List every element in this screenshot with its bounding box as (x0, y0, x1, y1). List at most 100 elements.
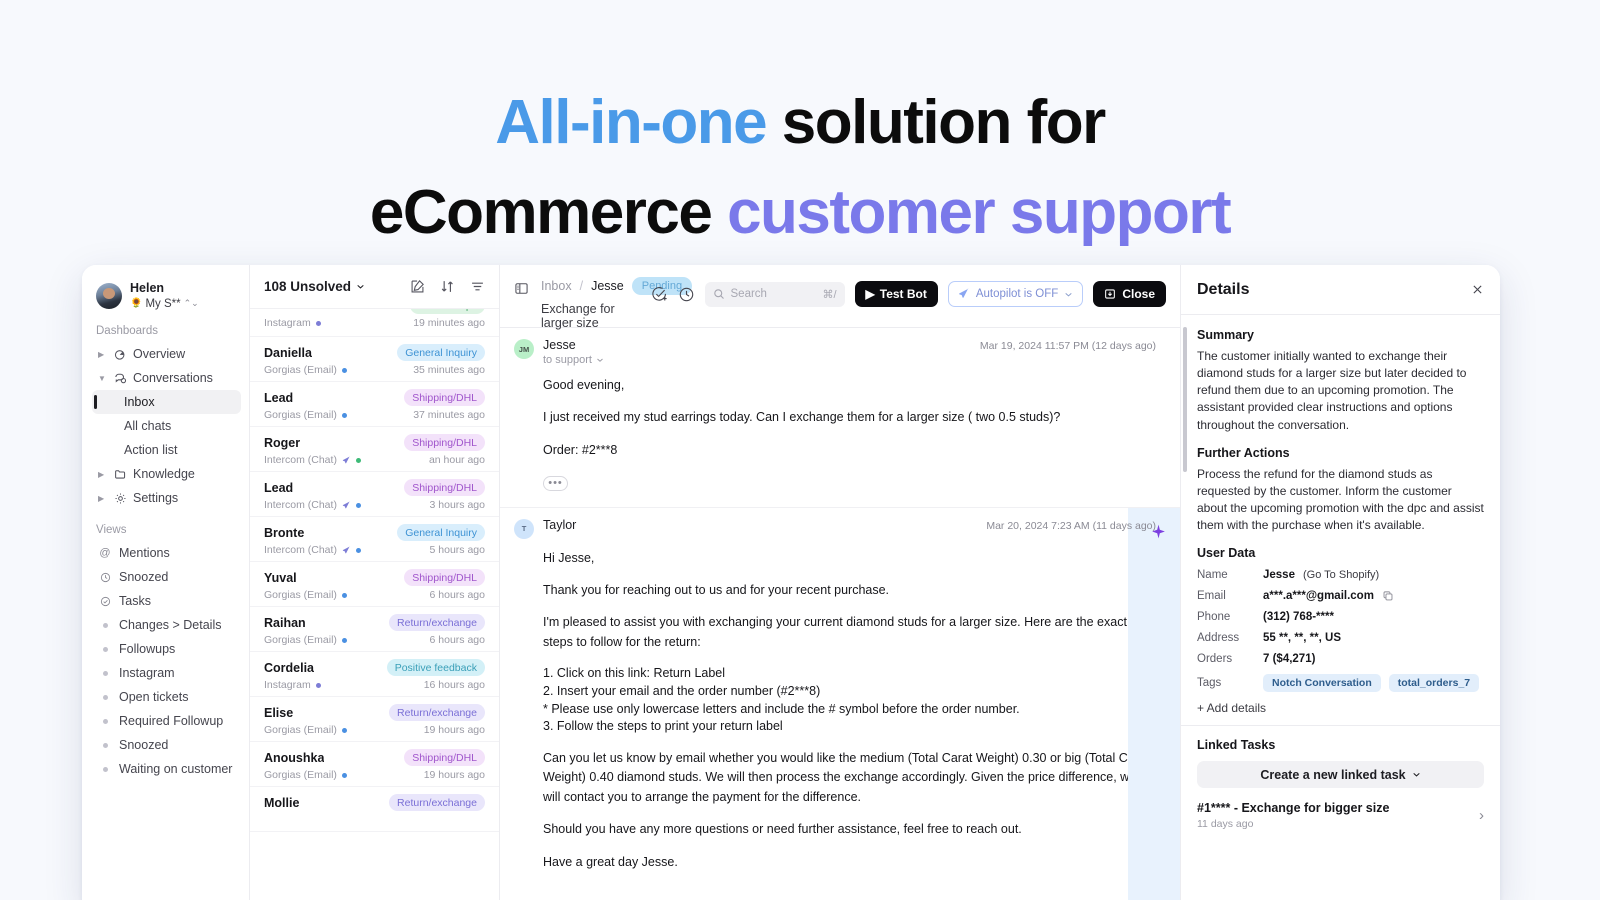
filter-icon[interactable] (470, 279, 485, 294)
linked-task-row[interactable]: #1**** - Exchange for bigger size 11 day… (1197, 801, 1484, 830)
conversation-tag-badge[interactable]: Positive feedback (386, 659, 485, 676)
sidebar-item-label: Changes > Details (119, 618, 222, 632)
headline-plain-1: solution for (766, 88, 1106, 157)
sidebar-item-snoozed[interactable]: Snoozed (92, 565, 241, 589)
unsolved-filter-dropdown[interactable]: 108 Unsolved (264, 279, 365, 294)
sidebar-item-conversations[interactable]: ▼ Conversations (92, 366, 241, 390)
conversation-source-label: Gorgias (Email) (264, 589, 337, 601)
divider (1181, 725, 1500, 727)
conversation-tag-badge[interactable]: Shipping/DHL (404, 389, 485, 406)
test-bot-button[interactable]: ▶ Test Bot (854, 281, 938, 307)
mark-done-icon[interactable] (651, 286, 668, 303)
user-profile[interactable]: Helen 🌻 My S** ⌃⌄ (92, 279, 241, 311)
recipient-label: to support (543, 354, 592, 366)
conversation-row[interactable]: Partnerships Instagram 19 minutes ago (250, 309, 499, 337)
go-to-shopify-link[interactable]: (Go To Shopify) (1303, 569, 1379, 581)
sidebar-item-label: Mentions (119, 546, 170, 560)
conversation-tag-badge[interactable]: Return/exchange (389, 614, 485, 631)
sidebar-item-required-followup[interactable]: Required Followup (92, 709, 241, 733)
search-input[interactable]: Search ⌘/ (704, 281, 845, 307)
autopilot-dropdown[interactable]: Autopilot is OFF (947, 281, 1084, 307)
sidebar-item-tasks[interactable]: Tasks (92, 589, 241, 613)
toggle-panel-icon[interactable] (514, 281, 529, 296)
breadcrumb-current[interactable]: Jesse (591, 279, 624, 293)
copy-icon[interactable] (1382, 590, 1394, 602)
sidebar-item-open-tickets[interactable]: Open tickets (92, 685, 241, 709)
conversation-source-label: Gorgias (Email) (264, 724, 337, 736)
avatar: T (514, 518, 534, 539)
message-paragraph: I just received my stud earrings today. … (543, 410, 1061, 425)
sidebar-item-inbox[interactable]: Inbox (92, 390, 241, 414)
conversation-row[interactable]: Anoushka Shipping/DHL Gorgias (Email) 19 ho… (250, 742, 499, 787)
compose-icon[interactable] (410, 279, 425, 294)
message-thread[interactable]: JM Jesse to support Mar 19, 2024 11:57 P… (500, 328, 1180, 900)
plane-icon (342, 455, 351, 465)
sidebar-item-knowledge[interactable]: ▶ Knowledge (92, 462, 241, 486)
message-author: Taylor (543, 517, 577, 532)
tag-chip[interactable]: total_orders_7 (1388, 674, 1480, 693)
conversation-source-label: Gorgias (Email) (264, 364, 337, 376)
clock-icon (98, 572, 112, 583)
add-details-button[interactable]: + Add details (1197, 701, 1484, 715)
conversation-row[interactable]: Yuval Shipping/DHL Gorgias (Email) 6 hours … (250, 562, 499, 607)
close-icon[interactable] (1471, 283, 1484, 296)
conversation-tag-badge[interactable]: Return/exchange (389, 704, 485, 721)
sidebar-item-mentions[interactable]: @ Mentions (92, 541, 241, 565)
expand-quoted-text-button[interactable]: ••• (543, 476, 568, 492)
message-header: JM Jesse to support Mar 19, 2024 11:57 P… (514, 338, 1156, 366)
breadcrumb-inbox[interactable]: Inbox (541, 279, 572, 293)
conversation-row[interactable]: Cordelia Positive feedback Instagram 16 hou… (250, 652, 499, 697)
dot-icon (98, 766, 112, 772)
message-recipient[interactable]: to support (543, 354, 971, 366)
conversation-list-header: 108 Unsolved (250, 265, 499, 309)
sidebar-item-action-list[interactable]: Action list (92, 438, 241, 462)
conversation-timestamp: 19 hours ago (423, 724, 485, 736)
sidebar-item-label: Snoozed (119, 738, 169, 752)
sidebar-item-followups[interactable]: Followups (92, 637, 241, 661)
conversation-row[interactable]: Elise Return/exchange Gorgias (Email) 19 ho… (250, 697, 499, 742)
conversation-row[interactable]: Roger Shipping/DHL Intercom (Chat) an hour … (250, 427, 499, 472)
conversation-row[interactable]: Raihan Return/exchange Gorgias (Email) 6 ho… (250, 607, 499, 652)
plane-icon (342, 500, 351, 510)
scrollbar[interactable] (1183, 327, 1187, 472)
autopilot-label: Autopilot is OFF (975, 288, 1059, 300)
conversation-row[interactable]: Lead Shipping/DHL Gorgias (Email) 37 minute… (250, 382, 499, 427)
close-conversation-button[interactable]: Close (1093, 281, 1166, 307)
conversation-contact-name: Raihan (264, 615, 306, 630)
sunflower-icon: 🌻 (130, 297, 143, 309)
sidebar-item-snoozed-view[interactable]: Snoozed (92, 733, 241, 757)
sidebar-item-settings[interactable]: ▶ Settings (92, 486, 241, 510)
workspace-switcher[interactable]: 🌻 My S** ⌃⌄ (130, 297, 199, 311)
conversation-tag-badge[interactable]: Shipping/DHL (404, 479, 485, 496)
sparkle-icon[interactable] (1151, 524, 1166, 539)
sidebar-item-all-chats[interactable]: All chats (92, 414, 241, 438)
conversation-row-top: Elise Return/exchange (264, 704, 485, 721)
dot-icon (98, 694, 112, 700)
conversation-tag-badge[interactable]: General Inquiry (397, 344, 485, 361)
sort-icon[interactable] (440, 279, 455, 294)
conversation-row[interactable]: Lead Shipping/DHL Intercom (Chat) 3 hours a… (250, 472, 499, 517)
sidebar-item-changes-details[interactable]: Changes > Details (92, 613, 241, 637)
sidebar-item-instagram[interactable]: Instagram (92, 661, 241, 685)
conversation-tag-badge[interactable]: Return/exchange (389, 794, 485, 811)
sidebar-item-overview[interactable]: ▶ Overview (92, 342, 241, 366)
sidebar-item-label: Settings (133, 491, 179, 505)
close-label: Close (1122, 287, 1155, 301)
create-linked-task-button[interactable]: Create a new linked task (1197, 761, 1484, 789)
sidebar-item-waiting-on-customer[interactable]: Waiting on customer (92, 757, 241, 781)
conversation-tag-badge[interactable]: Shipping/DHL (404, 749, 485, 766)
tag-chip[interactable]: Notch Conversation (1263, 674, 1381, 693)
conversation-row[interactable]: Bronte General Inquiry Intercom (Chat) 5 ho… (250, 517, 499, 562)
conversation-tag-badge[interactable]: Shipping/DHL (404, 434, 485, 451)
conversation-tag-badge[interactable]: General Inquiry (397, 524, 485, 541)
snooze-clock-icon[interactable] (678, 286, 695, 303)
details-body[interactable]: Summary The customer initially wanted to… (1181, 315, 1500, 900)
conversation-row[interactable]: Mollie Return/exchange (250, 787, 499, 832)
conversation-row[interactable]: Daniella General Inquiry Gorgias (Email) 35… (250, 337, 499, 382)
conversation-header: Inbox / Jesse Pending Exchange for large… (500, 265, 1180, 330)
field-value: Jesse (Go To Shopify) (1263, 569, 1379, 581)
workspace-name: My S** (145, 297, 181, 310)
conversation-tag-badge[interactable]: Partnerships (410, 309, 485, 314)
conversation-source: Instagram (264, 679, 321, 691)
conversation-tag-badge[interactable]: Shipping/DHL (404, 569, 485, 586)
